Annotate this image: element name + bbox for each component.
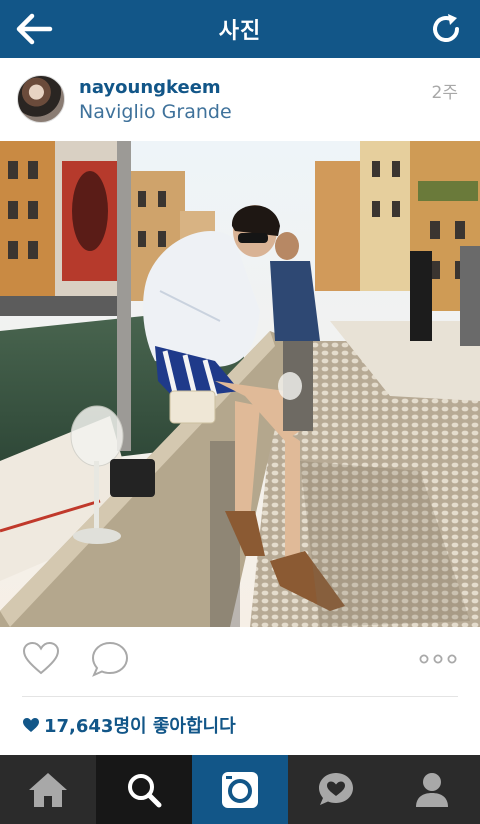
tab-profile[interactable]	[384, 755, 480, 824]
post-time: 2주	[431, 83, 458, 103]
heart-outline-icon[interactable]	[21, 640, 61, 676]
ellipsis-icon[interactable]	[418, 652, 458, 666]
search-icon	[128, 773, 162, 807]
bottom-tab-bar	[0, 755, 480, 824]
post-photo[interactable]	[0, 141, 480, 627]
post-location[interactable]: Naviglio Grande	[79, 101, 232, 123]
camera-icon	[222, 771, 258, 808]
tab-search[interactable]	[96, 755, 192, 824]
post-header	[0, 58, 480, 142]
tab-home[interactable]	[0, 755, 96, 824]
avatar[interactable]	[17, 75, 65, 123]
divider	[22, 696, 458, 697]
tab-activity[interactable]	[288, 755, 384, 824]
likes-text: 17,643명이 좋아합니다	[44, 716, 236, 737]
heart-filled-icon	[23, 718, 39, 732]
photo-illustration	[0, 141, 480, 627]
top-bar: 사진	[0, 0, 480, 58]
page-title: 사진	[218, 19, 262, 44]
comment-bubble-icon[interactable]	[90, 640, 130, 678]
likes-count[interactable]: 17,643명이 좋아합니다	[22, 712, 236, 738]
post-username[interactable]: nayoungkeem	[79, 77, 221, 98]
activity-heart-bubble-icon	[319, 772, 353, 805]
home-icon	[29, 772, 67, 807]
tab-camera[interactable]	[192, 755, 288, 824]
profile-icon	[416, 772, 448, 807]
refresh-icon[interactable]	[428, 11, 464, 47]
arrow-left-icon[interactable]	[14, 10, 54, 48]
